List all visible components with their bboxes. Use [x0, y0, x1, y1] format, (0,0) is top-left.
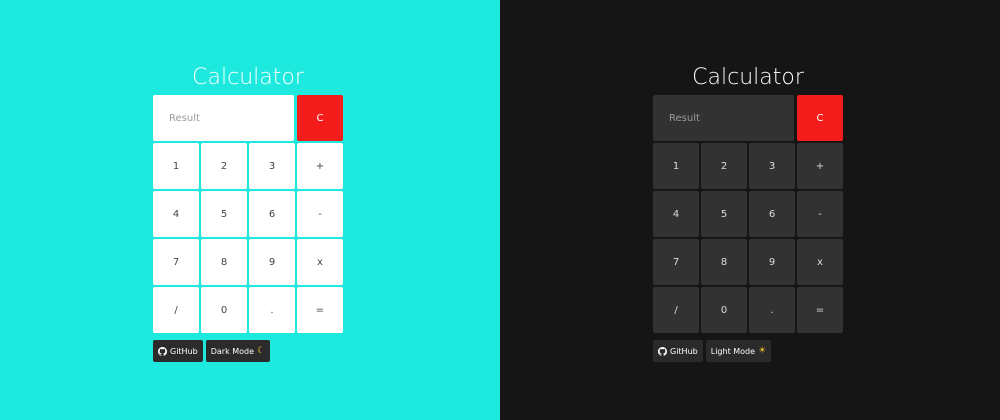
key-2[interactable]: 2	[201, 143, 247, 189]
result-field[interactable]	[153, 95, 294, 141]
key-equals[interactable]: =	[797, 287, 843, 333]
key-minus[interactable]: -	[797, 191, 843, 237]
key-8[interactable]: 8	[701, 239, 747, 285]
key-7[interactable]: 7	[153, 239, 199, 285]
clear-button[interactable]: C	[297, 95, 343, 141]
key-7[interactable]: 7	[653, 239, 699, 285]
key-9[interactable]: 9	[749, 239, 795, 285]
screenshot-stage: Calculator C 1 2 3 + 4 5 6 - 7 8 9 x / 0…	[0, 0, 1000, 420]
light-mode-label: Light Mode	[710, 346, 756, 356]
key-3[interactable]: 3	[249, 143, 295, 189]
key-minus[interactable]: -	[297, 191, 343, 237]
footer-buttons: GitHub Dark Mode ☾	[153, 340, 271, 362]
key-1[interactable]: 1	[153, 143, 199, 189]
key-1[interactable]: 1	[653, 143, 699, 189]
calculator-title: Calculator	[692, 65, 804, 90]
key-8[interactable]: 8	[201, 239, 247, 285]
key-4[interactable]: 4	[653, 191, 699, 237]
dark-theme-panel: Calculator C 1 2 3 + 4 5 6 - 7 8 9 x / 0…	[500, 0, 1000, 420]
keypad: 1 2 3 + 4 5 6 - 7 8 9 x / 0 . =	[153, 143, 343, 336]
light-theme-panel: Calculator C 1 2 3 + 4 5 6 - 7 8 9 x / 0…	[0, 0, 500, 420]
key-equals[interactable]: =	[297, 287, 343, 333]
key-multiply[interactable]: x	[797, 239, 843, 285]
github-icon	[158, 346, 167, 356]
sun-icon: ☀	[758, 345, 767, 356]
dark-mode-button[interactable]: Dark Mode ☾	[205, 340, 271, 362]
key-4[interactable]: 4	[153, 191, 199, 237]
github-button[interactable]: GitHub	[653, 340, 703, 362]
key-decimal[interactable]: .	[749, 287, 795, 333]
key-0[interactable]: 0	[201, 287, 247, 333]
github-icon	[658, 346, 667, 356]
key-multiply[interactable]: x	[297, 239, 343, 285]
key-decimal[interactable]: .	[249, 287, 295, 333]
key-divide[interactable]: /	[153, 287, 199, 333]
key-plus[interactable]: +	[797, 143, 843, 189]
github-button[interactable]: GitHub	[153, 340, 203, 362]
key-6[interactable]: 6	[749, 191, 795, 237]
key-5[interactable]: 5	[201, 191, 247, 237]
github-label: GitHub	[170, 346, 198, 356]
key-2[interactable]: 2	[701, 143, 747, 189]
light-mode-button[interactable]: Light Mode ☀	[705, 340, 772, 362]
moon-icon: ☾	[257, 345, 266, 356]
key-0[interactable]: 0	[701, 287, 747, 333]
key-plus[interactable]: +	[297, 143, 343, 189]
key-5[interactable]: 5	[701, 191, 747, 237]
github-label: GitHub	[670, 346, 698, 356]
calculator-title: Calculator	[192, 65, 304, 90]
key-6[interactable]: 6	[249, 191, 295, 237]
key-9[interactable]: 9	[249, 239, 295, 285]
result-field[interactable]	[653, 95, 794, 141]
key-divide[interactable]: /	[653, 287, 699, 333]
footer-buttons: GitHub Light Mode ☀	[653, 340, 772, 362]
clear-button[interactable]: C	[797, 95, 843, 141]
keypad: 1 2 3 + 4 5 6 - 7 8 9 x / 0 . =	[653, 143, 843, 336]
dark-mode-label: Dark Mode	[210, 346, 255, 356]
key-3[interactable]: 3	[749, 143, 795, 189]
